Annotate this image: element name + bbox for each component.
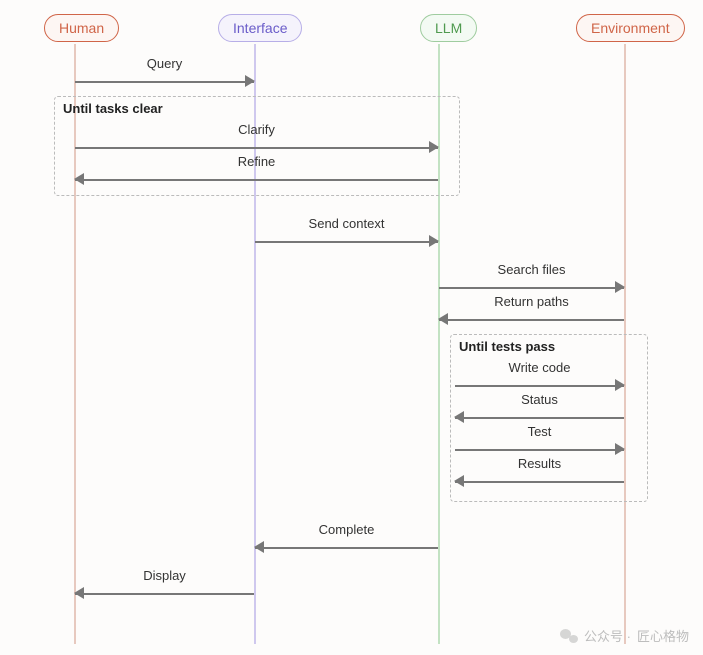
frame-title: Until tests pass	[459, 339, 555, 354]
actor-llm: LLM	[420, 14, 477, 42]
actor-human: Human	[44, 14, 119, 42]
sequence-diagram: Human Interface LLM Environment Query Un…	[0, 0, 703, 655]
arrow-display: Display	[75, 584, 254, 602]
actor-interface: Interface	[218, 14, 302, 42]
arrow-refine: Refine	[75, 170, 438, 188]
message-label: Test	[455, 424, 624, 439]
wechat-icon	[560, 628, 578, 643]
message-label: Results	[455, 456, 624, 471]
arrow-query: Query	[75, 72, 254, 90]
arrow-results: Results	[455, 472, 624, 490]
frame-title: Until tasks clear	[63, 101, 163, 116]
message-label: Query	[75, 56, 254, 71]
message-label: Clarify	[75, 122, 438, 137]
message-label: Refine	[75, 154, 438, 169]
actor-environment: Environment	[576, 14, 685, 42]
message-label: Status	[455, 392, 624, 407]
watermark: 公众号 · 匠心格物	[560, 626, 689, 645]
message-label: Display	[75, 568, 254, 583]
arrow-send-context: Send context	[255, 232, 438, 250]
arrow-return-paths: Return paths	[439, 310, 624, 328]
message-label: Complete	[255, 522, 438, 537]
message-label: Search files	[439, 262, 624, 277]
message-label: Send context	[255, 216, 438, 231]
message-label: Write code	[455, 360, 624, 375]
message-label: Return paths	[439, 294, 624, 309]
watermark-prefix: 公众号 ·	[584, 626, 631, 645]
arrow-complete: Complete	[255, 538, 438, 556]
watermark-name: 匠心格物	[637, 626, 689, 645]
